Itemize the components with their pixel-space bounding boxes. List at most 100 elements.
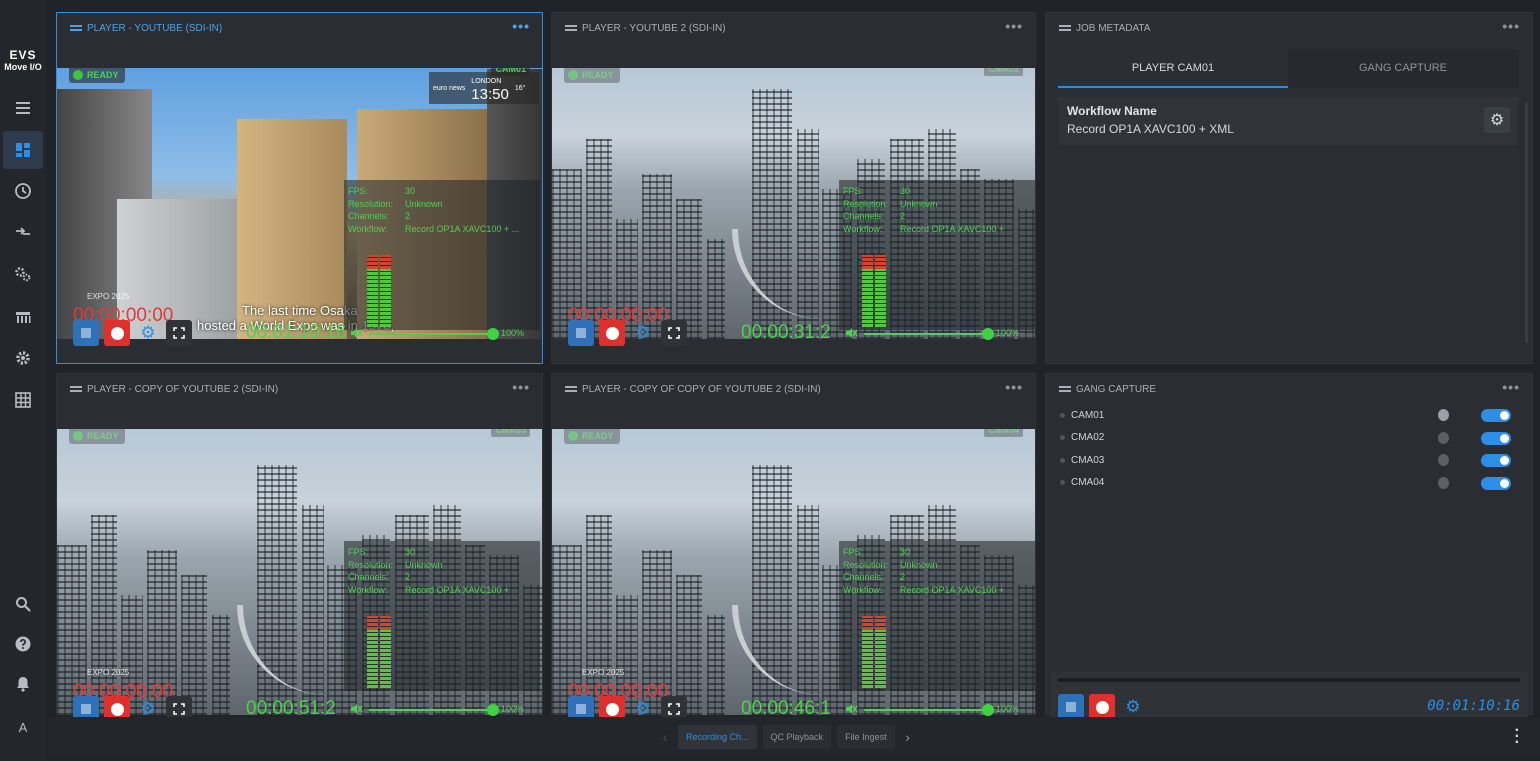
video-preview[interactable]: READY CMA02 FPS: 30 Resolution: Unknown Ch… bbox=[552, 68, 1035, 339]
player-panel[interactable]: PLAYER - COPY OF COPY OF YOUTUBE 2 (SDI-… bbox=[551, 373, 1036, 722]
panel-header[interactable]: PLAYER - COPY OF YOUTUBE 2 (SDI-IN) bbox=[57, 374, 542, 404]
more-options-icon[interactable]: ••• bbox=[1005, 19, 1023, 33]
stopwatch-icon[interactable] bbox=[1438, 409, 1449, 421]
transfer-icon[interactable] bbox=[3, 213, 43, 251]
gear-icon: ⚙ bbox=[635, 323, 651, 342]
kebab-menu-icon[interactable]: · · · bbox=[1515, 723, 1520, 751]
chevron-right-icon[interactable]: › bbox=[901, 729, 915, 745]
mixer-icon[interactable] bbox=[3, 297, 43, 335]
camera-label: CMA02 bbox=[984, 68, 1023, 76]
stopwatch-icon[interactable] bbox=[1438, 431, 1449, 444]
gang-toggle[interactable] bbox=[1481, 476, 1511, 490]
drag-handle-icon[interactable] bbox=[565, 386, 577, 392]
scrollbar[interactable] bbox=[1525, 103, 1528, 343]
fullscreen-button[interactable] bbox=[661, 320, 687, 346]
video-preview[interactable]: READY CMA03 FPS: 30 Resolution: Unknown Ch… bbox=[57, 429, 542, 715]
volume-slider[interactable] bbox=[369, 333, 494, 335]
bottom-bar: ‹ Recording Ch... QC Playback File Inges… bbox=[48, 717, 1540, 757]
drag-handle-icon[interactable] bbox=[565, 25, 577, 31]
gang-timecode: 00:01:10:16 bbox=[1427, 698, 1520, 714]
more-options-icon[interactable]: ••• bbox=[512, 19, 530, 33]
record-button[interactable] bbox=[104, 320, 130, 346]
expo-label: EXPO 2025 bbox=[87, 668, 130, 677]
player-panel[interactable]: PLAYER - YOUTUBE (SDI-IN) ••• euro news … bbox=[56, 12, 543, 364]
workflow-value: Record OP1A XAVC100 + bbox=[900, 585, 1005, 596]
record-button[interactable] bbox=[599, 320, 625, 346]
gang-control-bar: ⚙ 00:01:10:16 bbox=[1050, 672, 1528, 720]
volume-slider[interactable] bbox=[369, 709, 494, 711]
player-panel[interactable]: PLAYER - YOUTUBE 2 (SDI-IN) ••• READY CM… bbox=[551, 12, 1036, 364]
mute-icon[interactable] bbox=[349, 702, 363, 716]
drag-handle-icon[interactable] bbox=[70, 25, 82, 31]
gang-toggle[interactable] bbox=[1481, 454, 1511, 467]
more-options-icon[interactable]: ••• bbox=[512, 380, 530, 394]
fps-value: 30 bbox=[405, 186, 416, 196]
volume-slider-handle[interactable] bbox=[982, 328, 994, 340]
stopwatch-icon[interactable] bbox=[1438, 454, 1449, 466]
volume-slider[interactable] bbox=[864, 709, 989, 711]
history-icon[interactable] bbox=[3, 172, 43, 210]
tab-qc-playback[interactable]: QC Playback bbox=[762, 725, 832, 749]
settings-icon[interactable] bbox=[3, 339, 43, 377]
expo-label: EXPO 2025 bbox=[582, 668, 625, 677]
channels-value: 2 bbox=[405, 572, 411, 583]
player-controls: ⚙ bbox=[73, 320, 192, 346]
tab-recording-channels[interactable]: Recording Ch... bbox=[678, 725, 757, 749]
drag-handle-icon[interactable] bbox=[70, 386, 82, 392]
status-text: READY bbox=[87, 69, 119, 80]
player-panel[interactable]: PLAYER - COPY OF YOUTUBE 2 (SDI-IN) ••• … bbox=[56, 373, 543, 722]
video-preview[interactable]: READY CMA04 FPS: 30 Resolution: Unknown Ch… bbox=[552, 429, 1035, 715]
volume-slider-handle[interactable] bbox=[982, 704, 994, 716]
panel-header[interactable]: GANG CAPTURE bbox=[1046, 374, 1532, 404]
player-settings-button[interactable]: ⚙ bbox=[135, 320, 161, 346]
panel-header[interactable]: PLAYER - COPY OF COPY OF YOUTUBE 2 (SDI-… bbox=[552, 374, 1035, 404]
workflow-name-label: Workflow Name bbox=[1067, 104, 1157, 118]
panel-header[interactable]: JOB METADATA bbox=[1046, 13, 1532, 43]
stop-button[interactable] bbox=[73, 320, 99, 346]
fullscreen-button[interactable] bbox=[166, 320, 192, 346]
more-options-icon[interactable]: ••• bbox=[1005, 380, 1023, 394]
panel-title: JOB METADATA bbox=[1076, 22, 1151, 34]
status-badge: READY bbox=[564, 429, 620, 444]
more-options-icon[interactable]: ••• bbox=[1502, 19, 1520, 33]
mute-icon[interactable] bbox=[844, 326, 858, 340]
volume-slider-handle[interactable] bbox=[487, 704, 499, 716]
search-icon[interactable] bbox=[3, 585, 43, 623]
help-icon[interactable] bbox=[3, 625, 43, 663]
tab-file-ingest[interactable]: File Ingest bbox=[837, 725, 895, 749]
video-preview[interactable]: euro news LONDON 13:50 16° The last time… bbox=[57, 68, 542, 339]
services-icon[interactable] bbox=[3, 255, 43, 293]
stop-button[interactable] bbox=[568, 320, 594, 346]
panel-title: GANG CAPTURE bbox=[1076, 383, 1157, 395]
workflow-settings-button[interactable]: ⚙ bbox=[1484, 107, 1510, 133]
gang-toggle[interactable] bbox=[1481, 431, 1511, 445]
menu-icon[interactable] bbox=[3, 89, 43, 127]
player-controls: ⚙ bbox=[568, 320, 687, 346]
play-timecode: 00:00:31:2 bbox=[741, 322, 831, 343]
bullet-icon bbox=[1060, 457, 1065, 463]
tab-gang-capture[interactable]: GANG CAPTURE bbox=[1288, 50, 1518, 88]
logo-mark: EVS bbox=[9, 48, 37, 62]
drag-handle-icon[interactable] bbox=[1059, 25, 1071, 31]
player-settings-button[interactable]: ⚙ bbox=[630, 320, 656, 346]
record-icon bbox=[605, 702, 619, 716]
bell-icon[interactable] bbox=[3, 665, 43, 703]
volume-slider-handle[interactable] bbox=[487, 328, 499, 340]
tab-player-cam01[interactable]: PLAYER CAM01 bbox=[1058, 50, 1288, 88]
workflow-value: Record OP1A XAVC100 + ... bbox=[405, 224, 520, 235]
stopwatch-icon[interactable] bbox=[1438, 476, 1449, 489]
chevron-left-icon[interactable]: ‹ bbox=[658, 729, 672, 745]
panel-header[interactable]: PLAYER - YOUTUBE 2 (SDI-IN) bbox=[552, 13, 1035, 43]
mute-icon[interactable] bbox=[844, 702, 858, 716]
audio-meter bbox=[862, 255, 873, 327]
dashboard-icon[interactable] bbox=[3, 131, 43, 169]
avatar[interactable]: A bbox=[13, 718, 33, 738]
record-icon bbox=[1095, 700, 1109, 714]
mute-icon[interactable] bbox=[349, 326, 363, 340]
more-options-icon[interactable]: ••• bbox=[1502, 380, 1520, 394]
volume-slider[interactable] bbox=[864, 333, 989, 335]
panel-header[interactable]: PLAYER - YOUTUBE (SDI-IN) bbox=[57, 13, 542, 43]
drag-handle-icon[interactable] bbox=[1059, 386, 1071, 392]
gang-toggle[interactable] bbox=[1481, 409, 1511, 422]
grid-icon[interactable] bbox=[3, 381, 43, 419]
